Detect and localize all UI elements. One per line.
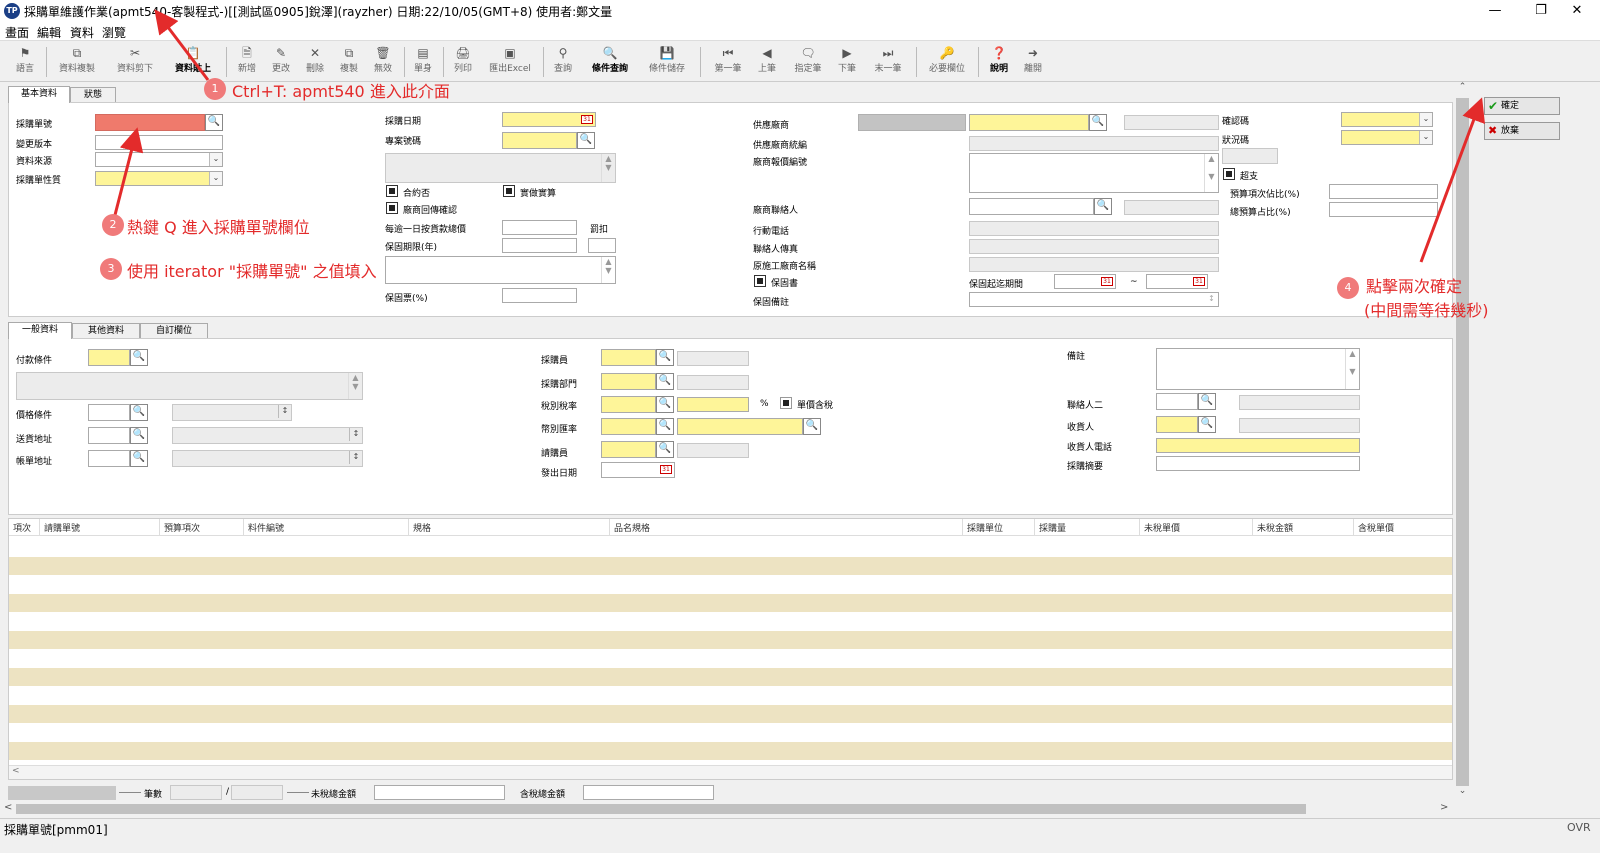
arrow-1 — [154, 9, 210, 81]
annotation-1: Ctrl+T: apmt540 進入此介面 — [232, 82, 450, 101]
step-badge: 2 — [102, 214, 124, 236]
step-badge: 4 — [1337, 277, 1359, 299]
tab-general[interactable]: 一般資料 — [8, 322, 72, 339]
annotation-3: 使用 iterator "採購單號" 之值填入 — [127, 262, 377, 281]
step-badge: 3 — [100, 258, 122, 280]
step-badge: 1 — [204, 78, 226, 100]
annotation-2: 熱鍵 Q 進入採購單號欄位 — [127, 218, 310, 237]
arrow-2 — [113, 127, 144, 216]
tab-basic[interactable]: 基本資料 — [8, 86, 70, 103]
arrow-4 — [1419, 97, 1485, 263]
annotation-arrows — [113, 9, 1485, 263]
annotation-4: 點擊兩次確定 — [1366, 277, 1463, 296]
annotation-4b: (中間需等待幾秒) — [1364, 301, 1489, 320]
